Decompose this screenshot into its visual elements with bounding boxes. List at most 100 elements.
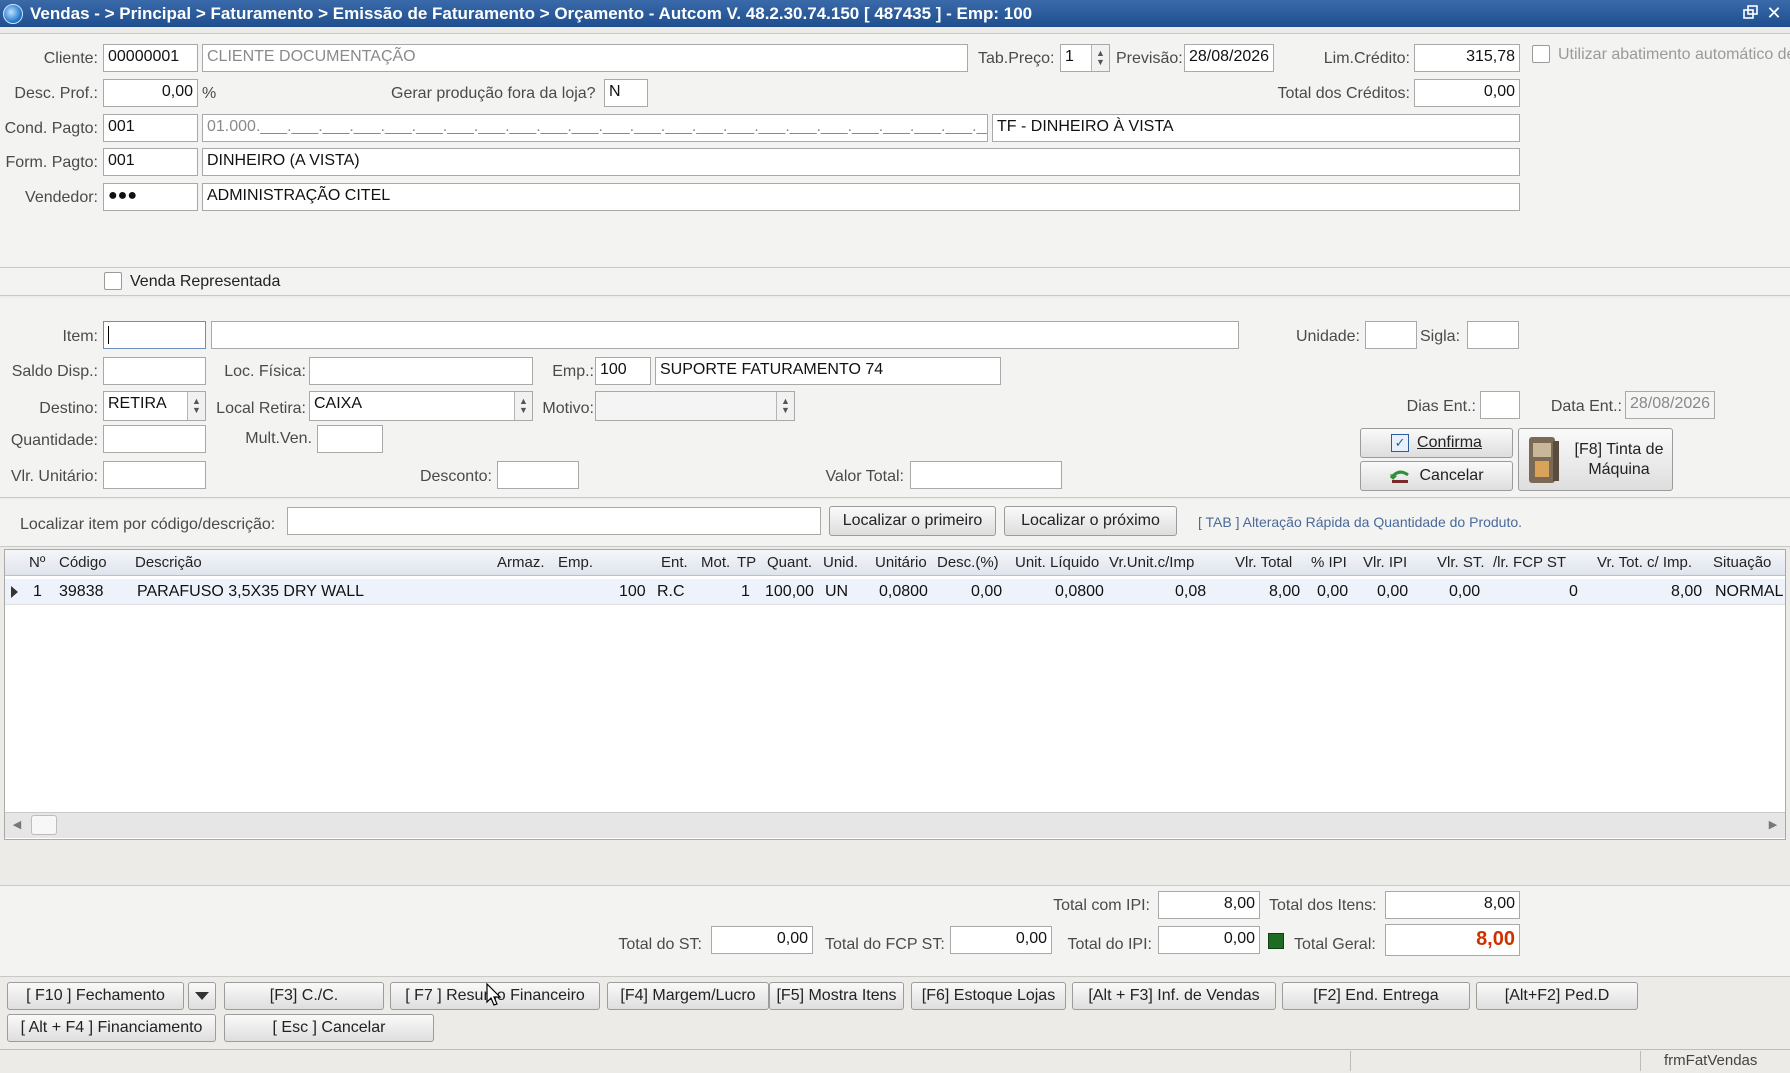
col-header-situacao[interactable]: Situação [1713,554,1771,571]
ped-d-button[interactable]: [Alt+F2] Ped.D [1476,982,1638,1010]
mostra-itens-button[interactable]: [F5] Mostra Itens [769,982,904,1010]
cancelar-item-button[interactable]: Cancelar [1360,461,1513,491]
margem-lucro-button[interactable]: [F4] Margem/Lucro [607,982,769,1010]
col-header-vlr-ipi[interactable]: Vlr. IPI [1363,554,1407,571]
cell-unid[interactable]: UN [825,583,848,601]
cell-vlr-ipi[interactable]: 0,00 [1377,583,1408,601]
cell-vlr-st[interactable]: 0,00 [1449,583,1480,601]
local-retira-arrows-icon[interactable]: ▲ ▼ [514,392,532,420]
motivo-arrows-icon[interactable]: ▲ ▼ [776,392,794,420]
inf-vendas-button[interactable]: [Alt + F3] Inf. de Vendas [1072,982,1276,1010]
horizontal-scrollbar[interactable] [5,812,1785,838]
col-header-vr-tot-imp[interactable]: Vr. Tot. c/ Imp. [1597,554,1692,571]
fechamento-dropdown-button[interactable] [188,982,216,1010]
col-header-codigo[interactable]: Código [59,554,107,571]
cell-num[interactable]: 1 [33,583,42,601]
col-header-vlr-total[interactable]: Vlr. Total [1235,554,1292,571]
item-code-input[interactable] [103,321,206,349]
col-header-emp[interactable]: Emp. [558,554,593,571]
cc-button[interactable]: [F3] C./C. [224,982,384,1010]
valor-total-input[interactable] [910,461,1062,489]
cell-quant[interactable]: 100,00 [765,583,814,601]
col-header-vlr-fcp-st[interactable]: /lr. FCP ST [1493,554,1566,571]
fechamento-button[interactable]: [ F10 ] Fechamento [7,982,184,1010]
emp-code-input[interactable]: 100 [595,357,651,385]
col-header-descricao[interactable]: Descrição [135,554,202,571]
cell-vlr-fcp-st[interactable]: 0 [1569,583,1578,601]
cell-codigo[interactable]: 39838 [59,583,104,601]
col-header-tp[interactable]: TP [737,554,756,571]
scroll-left-icon[interactable]: ◀ [9,817,25,833]
motivo-select[interactable]: ▲ ▼ [595,391,795,421]
abatimento-checkbox[interactable] [1532,45,1550,63]
close-window-icon[interactable]: ✕ [1764,3,1784,23]
col-header-mot[interactable]: Mot. [701,554,730,571]
form-pagto-code-input[interactable]: 001 [103,148,198,176]
cell-ent[interactable]: R.C [657,583,685,601]
mult-ven-input[interactable] [317,425,383,453]
localizar-proximo-button[interactable]: Localizar o próximo [1004,506,1177,536]
financiamento-button[interactable]: [ Alt + F4 ] Financiamento [7,1014,216,1042]
col-header-vr-unit-imp[interactable]: Vr.Unit.c/Imp [1109,554,1194,571]
vendedor-name-input[interactable]: ADMINISTRAÇÃO CITEL [202,183,1520,211]
venda-representada-checkbox[interactable] [104,272,122,290]
col-header-vlr-st[interactable]: Vlr. ST. [1437,554,1485,571]
lim-credito-input[interactable]: 315,78 [1414,44,1520,72]
total-geral-input[interactable]: 8,00 [1385,924,1520,956]
destino-arrows-icon[interactable]: ▲ ▼ [187,392,205,420]
app-logo-icon[interactable] [3,4,23,24]
scroll-right-icon[interactable]: ▶ [1765,817,1781,833]
scrollbar-thumb[interactable] [31,815,57,835]
form-pagto-desc-input[interactable]: DINHEIRO (A VISTA) [202,148,1520,176]
vlr-unitario-input[interactable] [103,461,206,489]
col-header-armaz[interactable]: Armaz. [497,554,545,571]
vendedor-code-input[interactable]: ●●● [103,183,198,211]
cond-pagto-mask-input[interactable]: 01.000.___.___.___.___.___.___.___.___._… [202,114,988,142]
total-st-input[interactable]: 0,00 [711,926,813,954]
data-ent-input[interactable]: 28/08/2026 [1625,391,1715,419]
cell-descricao[interactable]: PARAFUSO 3,5X35 DRY WALL [137,583,364,601]
cliente-name-input[interactable]: CLIENTE DOCUMENTAÇÃO [202,44,968,72]
col-header-unitario[interactable]: Unitário [875,554,927,571]
cell-desc[interactable]: 0,00 [971,583,1002,601]
localizar-primeiro-button[interactable]: Localizar o primeiro [829,506,996,536]
restore-window-icon[interactable] [1742,4,1760,22]
cliente-code-input[interactable]: 00000001 [103,44,198,72]
cell-situacao[interactable]: NORMAL [1715,583,1783,601]
unidade-input[interactable] [1365,321,1417,349]
quantidade-input[interactable] [103,425,206,453]
saldo-input[interactable] [103,357,206,385]
desc-prof-input[interactable]: 0,00 [103,79,198,107]
destino-select[interactable]: RETIRA ▲ ▼ [103,391,206,421]
dias-ent-input[interactable] [1480,391,1520,419]
col-header-num[interactable]: Nº [29,554,45,571]
cell-unit-liquido[interactable]: 0,0800 [1055,583,1104,601]
cell-tp[interactable]: 1 [741,583,750,601]
items-grid[interactable]: Nº Código Descrição Armaz. Emp. Ent. Mot… [4,549,1786,840]
total-itens-input[interactable]: 8,00 [1385,891,1520,919]
col-header-quant[interactable]: Quant. [767,554,812,571]
cell-vr-tot-imp[interactable]: 8,00 [1671,583,1702,601]
cond-pagto-desc-input[interactable]: TF - DINHEIRO À VISTA [992,114,1520,142]
cell-emp[interactable]: 100 [619,583,646,601]
cell-pct-ipi[interactable]: 0,00 [1317,583,1348,601]
total-creditos-input[interactable]: 0,00 [1414,79,1520,107]
loc-fisica-input[interactable] [309,357,533,385]
end-entrega-button[interactable]: [F2] End. Entrega [1282,982,1470,1010]
cond-pagto-code-input[interactable]: 001 [103,114,198,142]
total-com-ipi-input[interactable]: 8,00 [1158,891,1260,919]
col-header-desc[interactable]: Desc.(%) [937,554,999,571]
sigla-input[interactable] [1467,321,1519,349]
spinner-arrows-icon[interactable]: ▲ ▼ [1091,45,1109,71]
esc-cancelar-button[interactable]: [ Esc ] Cancelar [224,1014,434,1042]
local-retira-select[interactable]: CAIXA ▲ ▼ [309,391,533,421]
previsao-input[interactable]: 28/08/2026 [1184,44,1274,72]
confirma-button[interactable]: ✓ Confirma [1360,428,1513,458]
estoque-lojas-button[interactable]: [F6] Estoque Lojas [911,982,1066,1010]
col-header-unid[interactable]: Unid. [823,554,858,571]
total-ipi-input[interactable]: 0,00 [1158,926,1260,954]
gerar-producao-input[interactable]: N [604,79,648,107]
search-input[interactable] [287,507,821,535]
item-desc-input[interactable] [211,321,1239,349]
desconto-input[interactable] [497,461,579,489]
